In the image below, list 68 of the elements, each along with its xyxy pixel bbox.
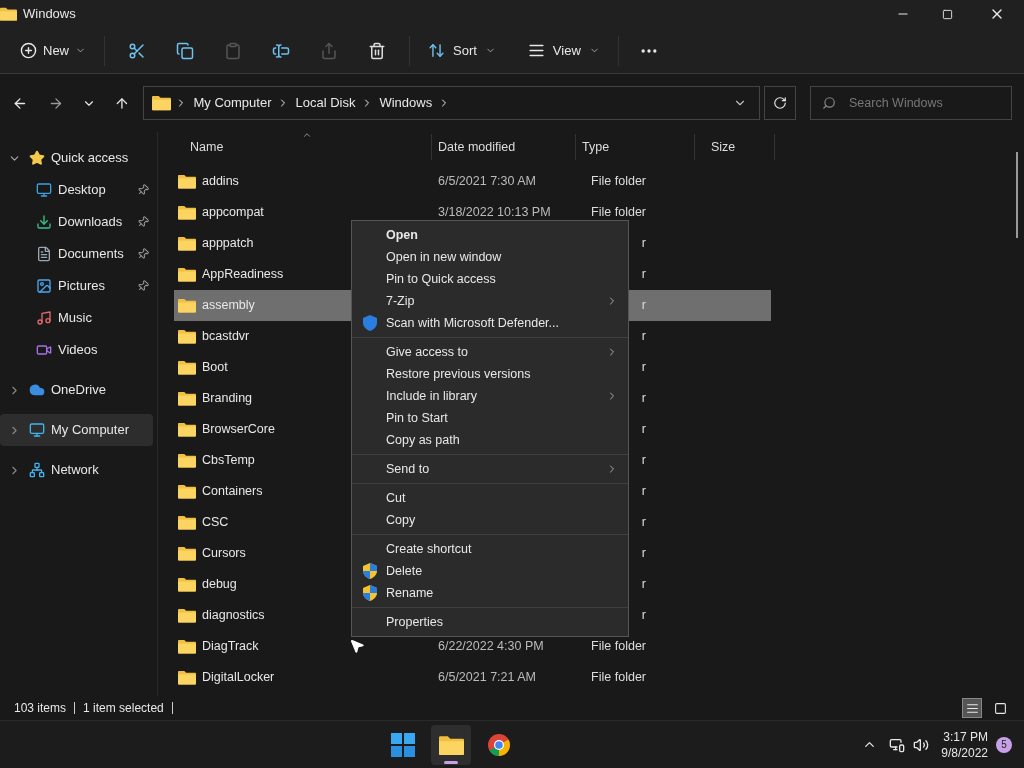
file-name: addins — [202, 173, 239, 191]
item-label: Music — [58, 309, 93, 328]
file-name: diagnostics — [202, 607, 265, 625]
file-name: assembly — [202, 297, 255, 315]
type-cell-text: r — [641, 607, 646, 625]
menu-label: Pin to Start — [386, 409, 449, 427]
item-label: Quick access — [51, 149, 130, 168]
type-cell-text: r — [641, 576, 646, 594]
file-name: AppReadiness — [202, 266, 284, 284]
type-cell-text: r — [641, 359, 646, 377]
type-cell-text: r — [641, 297, 646, 315]
item-label: Desktop — [58, 181, 107, 200]
menu-label: Delete — [386, 562, 424, 580]
menu-label: Create shortcut — [386, 540, 473, 558]
file-name: bcastdvr — [202, 328, 250, 346]
file-name: apppatch — [202, 235, 254, 253]
file-name: Containers — [202, 483, 263, 501]
menu-label: 7-Zip — [386, 292, 416, 310]
file-name: DiagTrack — [202, 638, 259, 656]
date-cell: 6/22/2022 4:30 PM — [438, 639, 544, 654]
menu-label: Copy as path — [386, 431, 461, 449]
file-name: appcompat — [202, 204, 264, 222]
type-cell-text: r — [641, 483, 646, 501]
menu-label: Open — [386, 226, 419, 244]
menu-label: Include in library — [386, 387, 478, 405]
selection-count: 1 item selected — [83, 700, 164, 717]
type-cell-text: r — [641, 452, 646, 470]
item-label: Pictures — [58, 277, 106, 296]
type-cell-text: r — [641, 328, 646, 346]
item-label: Downloads — [58, 213, 124, 232]
type-cell-text: File folder — [591, 173, 646, 191]
menu-label: Copy — [386, 511, 417, 529]
file-name: Branding — [202, 390, 253, 408]
menu-label: Give access to — [386, 343, 469, 361]
item-count: 103 items — [14, 700, 67, 717]
type-cell-text: r — [641, 514, 646, 532]
menu-label: Cut — [386, 489, 407, 507]
date-cell: 3/18/2022 10:13 PM — [438, 205, 551, 220]
file-name: CSC — [202, 514, 229, 532]
date-cell: 6/5/2021 7:21 AM — [438, 670, 536, 685]
type-cell-text: r — [641, 421, 646, 439]
window-title: Windows — [23, 5, 76, 24]
file-name: BrowserCore — [202, 421, 275, 439]
item-label: My Computer — [51, 421, 131, 440]
type-cell-text: r — [641, 390, 646, 408]
type-cell-text: File folder — [591, 638, 646, 656]
menu-label: Pin to Quick access — [386, 270, 497, 288]
file-name: debug — [202, 576, 237, 594]
item-label: Network — [51, 461, 100, 480]
file-name: CbsTemp — [202, 452, 255, 470]
file-name: Cursors — [202, 545, 246, 563]
date-cell: 6/5/2021 7:30 AM — [438, 174, 536, 189]
file-name: DigitalLocker — [202, 669, 275, 687]
item-label: Videos — [58, 341, 99, 360]
type-cell-text: File folder — [591, 669, 646, 687]
menu-label: Properties — [386, 613, 444, 631]
item-label: Documents — [58, 245, 125, 264]
type-cell-text: r — [641, 266, 646, 284]
type-cell-text: r — [641, 545, 646, 563]
menu-label: Send to — [386, 460, 431, 478]
menu-label: Rename — [386, 584, 435, 602]
file-name: Boot — [202, 359, 228, 377]
type-cell-text: r — [641, 235, 646, 253]
menu-label: Restore previous versions — [386, 365, 532, 383]
menu-label: Scan with Microsoft Defender... — [386, 314, 560, 332]
item-label: OneDrive — [51, 381, 107, 400]
menu-label: Open in new window — [386, 248, 503, 266]
type-cell-text: File folder — [591, 204, 646, 222]
